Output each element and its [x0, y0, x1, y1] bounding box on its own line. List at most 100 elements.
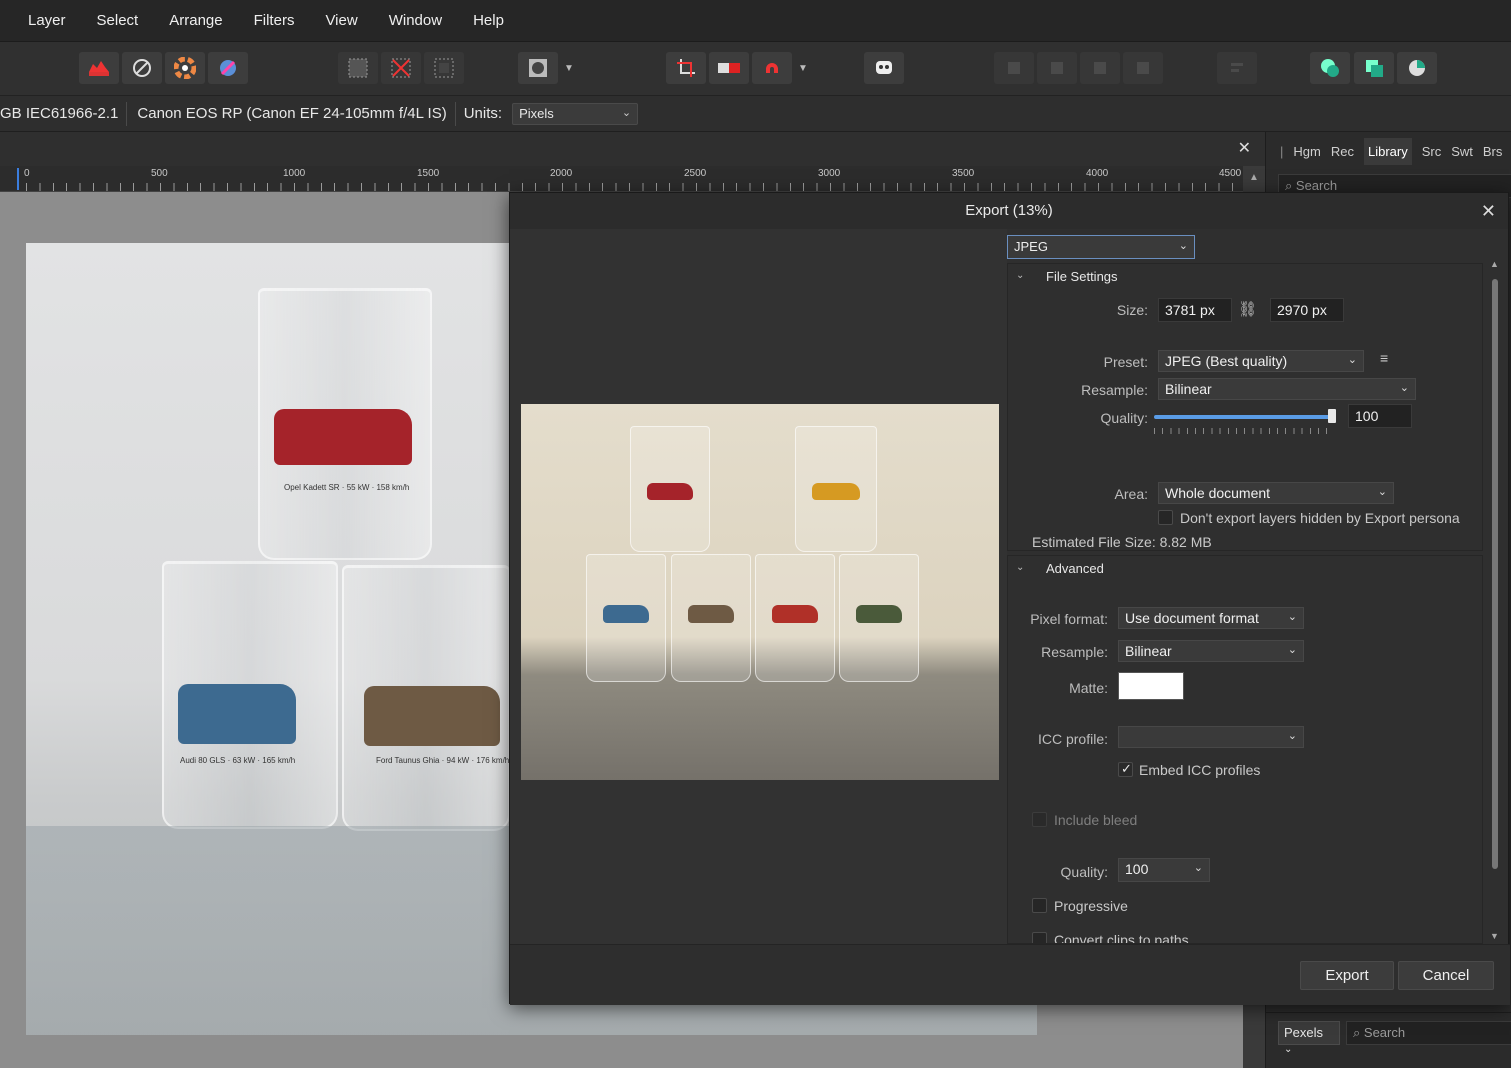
resample-select-value: Bilinear — [1125, 643, 1172, 659]
pixel-format-select[interactable]: Use document format ⌄ — [1118, 607, 1304, 629]
convert-clips-checkbox[interactable] — [1032, 932, 1047, 943]
move-to-front-icon[interactable] — [1080, 52, 1120, 84]
menu-arrange[interactable]: Arrange — [169, 12, 222, 29]
assistant-icon[interactable] — [864, 52, 904, 84]
embed-icc-checkbox[interactable] — [1118, 761, 1133, 777]
preview-car — [812, 482, 860, 501]
move-forward-icon[interactable] — [994, 52, 1034, 84]
quick-mask-icon[interactable] — [518, 52, 558, 84]
tab-library[interactable]: Library — [1363, 137, 1412, 165]
glass-label: Opel Kadett SR · 55 kW · 158 km/h — [284, 483, 410, 492]
straighten-icon[interactable] — [709, 52, 749, 84]
tab-record[interactable]: Rec — [1331, 144, 1354, 159]
tab-brushes[interactable]: Brs — [1483, 144, 1503, 159]
units-select[interactable]: Pixels ⌄ — [512, 102, 639, 125]
include-bleed-checkbox[interactable] — [1032, 812, 1047, 827]
snapping-magnet-icon[interactable] — [752, 52, 792, 84]
ruler-origin-marker — [17, 168, 19, 190]
menu-view[interactable]: View — [325, 12, 357, 29]
format-select-value: JPEG — [1014, 239, 1048, 254]
preview-glass — [839, 554, 919, 682]
cancel-button[interactable]: Cancel — [1398, 961, 1494, 990]
close-icon[interactable]: ✕ — [1481, 201, 1496, 222]
invert-selection-icon[interactable] — [424, 52, 464, 84]
chevron-down-icon[interactable]: ▼ — [561, 52, 577, 84]
stock-search-input[interactable]: ⌕ Search — [1346, 1021, 1511, 1045]
advanced-header[interactable]: ⌄ Advanced — [1008, 556, 1482, 582]
section-title: Advanced — [1046, 561, 1104, 576]
menu-select[interactable]: Select — [97, 12, 139, 29]
search-placeholder: Search — [1295, 178, 1338, 193]
chevron-down-icon: ⌄ — [1377, 486, 1387, 498]
stock-source-select[interactable]: Pexels ⌄ — [1278, 1021, 1340, 1055]
link-aspect-icon[interactable]: ⛓ — [1238, 300, 1257, 318]
quality-field[interactable]: 100 — [1348, 404, 1412, 428]
preset-select[interactable]: JPEG (Best quality) ⌄ — [1158, 350, 1364, 372]
close-document-icon[interactable]: ✕ — [1238, 138, 1251, 158]
resample-label: Resample: — [1041, 644, 1108, 660]
height-field[interactable]: 2970 px — [1270, 298, 1344, 322]
area-select[interactable]: Whole document ⌄ — [1158, 482, 1394, 504]
boolean-intersect-icon[interactable] — [1397, 52, 1437, 84]
advanced-quality-select[interactable]: 100 ⌄ — [1118, 858, 1210, 882]
crop-icon[interactable] — [666, 52, 706, 84]
color-wheel-icon[interactable] — [165, 52, 205, 84]
scrollbar-thumb[interactable] — [1492, 279, 1498, 869]
white-balance-icon[interactable] — [122, 52, 162, 84]
scroll-down-arrow-icon[interactable]: ▼ — [1490, 931, 1499, 941]
size-label: Size: — [1116, 302, 1148, 318]
divider — [454, 101, 456, 126]
move-back-icon[interactable] — [1037, 52, 1077, 84]
move-to-back-icon[interactable] — [1123, 52, 1163, 84]
menu-window[interactable]: Window — [389, 12, 442, 29]
chevron-down-icon[interactable]: ▼ — [795, 52, 811, 84]
menu-help[interactable]: Help — [473, 12, 504, 29]
settings-scrollbar[interactable]: ▲ ▼ — [1490, 259, 1502, 944]
deselect-icon[interactable] — [381, 52, 421, 84]
chevron-down-icon: ⌄ — [1347, 354, 1357, 366]
format-select[interactable]: JPEG ⌄ — [1007, 235, 1195, 259]
preview-car — [855, 605, 903, 624]
select-all-icon[interactable] — [338, 52, 378, 84]
quality-slider[interactable] — [1154, 409, 1338, 440]
export-dialog: Export (13%) ✕ JPEG ⌄ ⌄ File Settings Si… — [509, 192, 1510, 1005]
context-toolbar: GB IEC61966-2.1 Canon EOS RP (Canon EF 2… — [0, 96, 1511, 132]
panel-tabs: | Hgm Rec Library Src Swt Brs — [1266, 136, 1502, 166]
blue-car-graphic — [178, 684, 296, 744]
tab-histogram[interactable]: Hgm — [1293, 144, 1320, 159]
tab-sources[interactable]: Src — [1422, 144, 1442, 159]
icc-profile-select[interactable]: ⌄ — [1118, 726, 1304, 748]
embed-icc-label: Embed ICC profiles — [1139, 762, 1261, 778]
shot-glass: Audi 80 GLS · 63 kW · 165 km/h — [162, 561, 338, 829]
file-settings-section: ⌄ File Settings Size: 3781 px ⛓ 2970 px … — [1007, 263, 1483, 551]
units-select-value: Pixels — [519, 105, 554, 121]
export-button[interactable]: Export — [1300, 961, 1394, 990]
menu-filters[interactable]: Filters — [254, 12, 295, 29]
preview-glass — [671, 554, 751, 682]
ruler-label: 4000 — [1086, 168, 1109, 179]
chevron-down-icon: ⌄ — [1399, 382, 1409, 394]
hidden-layers-checkbox[interactable] — [1158, 510, 1173, 525]
preset-menu-icon[interactable]: ≡ — [1380, 350, 1388, 366]
scroll-up-arrow-icon[interactable]: ▲ — [1249, 172, 1259, 183]
scroll-up-arrow-icon[interactable]: ▲ — [1490, 259, 1499, 269]
quality-label: Quality: — [1100, 410, 1148, 426]
advanced-resample-select[interactable]: Bilinear ⌄ — [1118, 640, 1304, 662]
boolean-subtract-icon[interactable] — [1354, 52, 1394, 84]
resample-select[interactable]: Bilinear ⌄ — [1158, 378, 1416, 400]
width-field[interactable]: 3781 px — [1158, 298, 1232, 322]
chevron-down-icon: ⌄ — [1016, 562, 1025, 573]
matte-color-swatch[interactable] — [1118, 672, 1184, 700]
align-icon[interactable] — [1217, 52, 1257, 84]
menu-layer[interactable]: Layer — [28, 12, 66, 29]
file-settings-header[interactable]: ⌄ File Settings — [1008, 264, 1482, 290]
slider-thumb[interactable] — [1328, 409, 1336, 423]
stock-panel-footer: Pexels ⌄ ⌕ Search — [1266, 1012, 1511, 1068]
boolean-add-icon[interactable] — [1310, 52, 1350, 84]
levels-icon[interactable] — [79, 52, 119, 84]
progressive-checkbox[interactable] — [1032, 898, 1047, 913]
tab-swatches[interactable]: Swt — [1451, 144, 1473, 159]
color-picker-icon[interactable] — [208, 52, 248, 84]
slider-track — [1154, 415, 1334, 419]
chevron-down-icon: ⌄ — [1178, 240, 1188, 252]
